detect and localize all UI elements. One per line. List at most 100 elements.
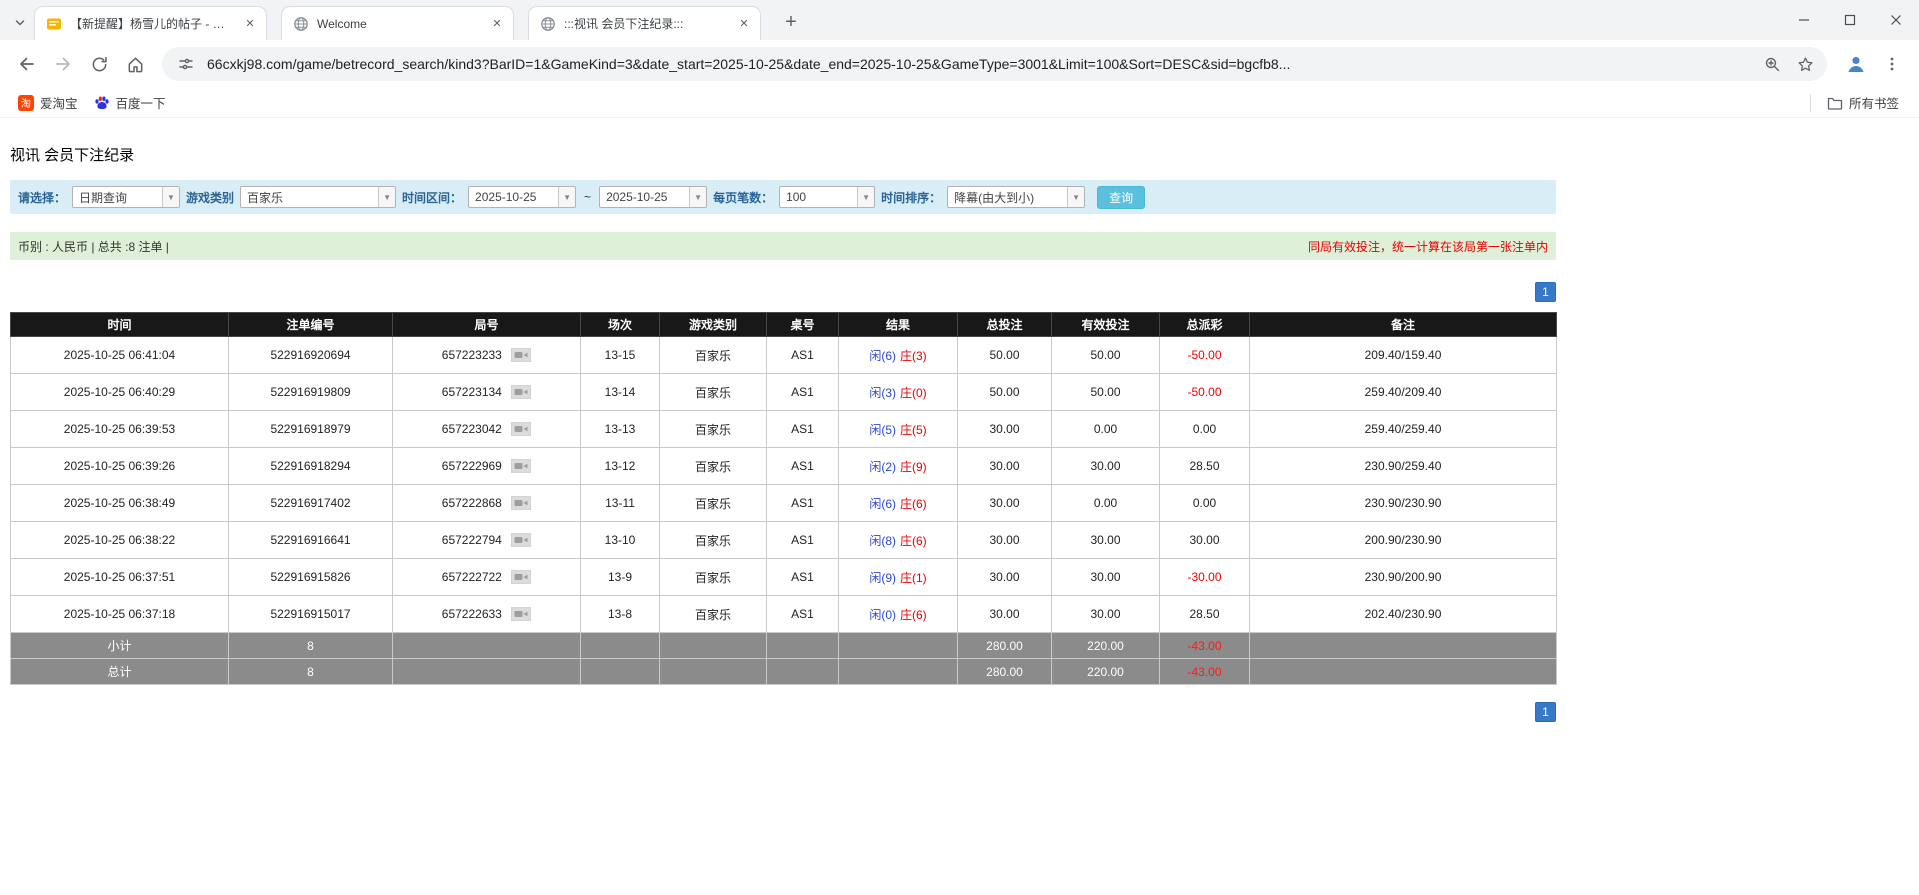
bookmark-label: 百度一下: [116, 93, 166, 112]
video-replay-icon[interactable]: [511, 422, 531, 436]
chevron-down-icon: ▼: [162, 187, 179, 207]
menu-icon[interactable]: [1875, 47, 1909, 81]
profile-icon[interactable]: [1839, 47, 1873, 81]
tab-bet-records[interactable]: :::视讯 会员下注纪录::: ✕: [528, 6, 761, 40]
empty-cell: [393, 659, 581, 685]
cell-note: 202.40/230.90: [1250, 596, 1557, 633]
zoom-icon[interactable]: [1760, 52, 1784, 76]
video-replay-icon[interactable]: [511, 570, 531, 584]
video-replay-icon[interactable]: [511, 385, 531, 399]
video-replay-icon[interactable]: [511, 348, 531, 362]
cell-total-bet[interactable]: 50.00: [958, 337, 1052, 374]
subtotal-payout: -43.00: [1160, 633, 1250, 659]
video-replay-icon[interactable]: [511, 533, 531, 547]
video-replay-icon[interactable]: [511, 459, 531, 473]
cell-time: 2025-10-25 06:39:26: [11, 448, 229, 485]
address-bar[interactable]: 66cxkj98.com/game/betrecord_search/kind3…: [162, 47, 1827, 81]
cell-note: 200.90/230.90: [1250, 522, 1557, 559]
table-row: 2025-10-25 06:38:49 522916917402 6572228…: [11, 485, 1557, 522]
reload-button[interactable]: [82, 47, 116, 81]
video-replay-icon[interactable]: [511, 607, 531, 621]
minimize-button[interactable]: [1781, 0, 1827, 40]
forum-favicon: [46, 16, 62, 32]
round-number: 657222722: [442, 570, 502, 584]
back-button[interactable]: [10, 47, 44, 81]
cell-total-bet[interactable]: 30.00: [958, 522, 1052, 559]
site-info-icon[interactable]: [174, 52, 198, 76]
header-time: 时间: [11, 313, 229, 337]
game-type-select[interactable]: 百家乐 ▼: [240, 186, 396, 208]
cell-time: 2025-10-25 06:38:49: [11, 485, 229, 522]
header-bet-id: 注单编号: [229, 313, 393, 337]
url-text: 66cxkj98.com/game/betrecord_search/kind3…: [207, 56, 1751, 72]
all-bookmarks-button[interactable]: 所有书签: [1819, 90, 1907, 115]
bookmark-star-icon[interactable]: [1793, 52, 1817, 76]
tab-close-icon[interactable]: ✕: [736, 16, 752, 32]
globe-favicon: [293, 16, 309, 32]
cell-game: 百家乐: [660, 485, 767, 522]
forward-button[interactable]: [46, 47, 80, 81]
cell-total-bet[interactable]: 30.00: [958, 448, 1052, 485]
cell-valid-bet: 50.00: [1052, 337, 1160, 374]
bookmark-taobao[interactable]: 淘 爱淘宝: [10, 90, 86, 115]
video-replay-icon[interactable]: [511, 496, 531, 510]
tab-close-icon[interactable]: ✕: [242, 16, 258, 32]
sort-select[interactable]: 降幕(由大到小) ▼: [947, 186, 1085, 208]
cell-total-bet[interactable]: 30.00: [958, 485, 1052, 522]
chevron-down-icon: ▼: [378, 187, 395, 207]
chevron-down-icon: ▼: [857, 187, 874, 207]
cell-total-bet[interactable]: 30.00: [958, 411, 1052, 448]
cell-valid-bet: 0.00: [1052, 485, 1160, 522]
tab-title: Welcome: [317, 17, 481, 31]
home-button[interactable]: [118, 47, 152, 81]
table-row: 2025-10-25 06:37:51 522916915826 6572227…: [11, 559, 1557, 596]
close-button[interactable]: [1873, 0, 1919, 40]
bet-records-table: 时间 注单编号 局号 场次 游戏类别 桌号 结果 总投注 有效投注 总派彩 备注…: [10, 312, 1557, 685]
cell-round: 657222969: [393, 448, 581, 485]
cell-note: 230.90/259.40: [1250, 448, 1557, 485]
cell-bet-id: 522916920694: [229, 337, 393, 374]
minimize-icon: [1798, 14, 1810, 26]
all-bookmarks-label: 所有书签: [1849, 93, 1899, 112]
cell-game: 百家乐: [660, 596, 767, 633]
per-page-select[interactable]: 100 ▼: [779, 186, 875, 208]
forward-icon: [53, 54, 73, 74]
tab-strip: 【新提醒】杨雪儿的帖子 - 海... ✕ Welcome ✕ :::视讯 会员下…: [0, 0, 1919, 40]
table-row: 2025-10-25 06:38:22 522916916641 6572227…: [11, 522, 1557, 559]
round-number: 657223233: [442, 348, 502, 362]
cell-valid-bet: 30.00: [1052, 559, 1160, 596]
cell-total-bet[interactable]: 30.00: [958, 596, 1052, 633]
cell-round: 657222794: [393, 522, 581, 559]
maximize-button[interactable]: [1827, 0, 1873, 40]
header-note: 备注: [1250, 313, 1557, 337]
tab-close-icon[interactable]: ✕: [489, 16, 505, 32]
bookmark-baidu[interactable]: 百度一下: [86, 90, 174, 115]
empty-cell: [839, 659, 958, 685]
empty-cell: [393, 633, 581, 659]
cell-session: 13-11: [581, 485, 660, 522]
cell-total-bet[interactable]: 50.00: [958, 374, 1052, 411]
tab-welcome[interactable]: Welcome ✕: [281, 6, 514, 40]
empty-cell: [581, 633, 660, 659]
cell-result: 闲(2)庄(9): [839, 448, 958, 485]
result-banker: 庄(1): [900, 571, 927, 585]
query-type-select[interactable]: 日期查询 ▼: [72, 186, 180, 208]
result-player: 闲(0): [869, 608, 896, 622]
new-tab-button[interactable]: +: [777, 8, 805, 36]
empty-cell: [767, 633, 839, 659]
cell-result: 闲(8)庄(6): [839, 522, 958, 559]
tab-forum-post[interactable]: 【新提醒】杨雪儿的帖子 - 海... ✕: [34, 6, 267, 40]
search-button[interactable]: 查询: [1097, 186, 1145, 209]
cell-total-bet[interactable]: 30.00: [958, 559, 1052, 596]
date-start-select[interactable]: 2025-10-25 ▼: [468, 186, 576, 208]
date-end-select[interactable]: 2025-10-25 ▼: [599, 186, 707, 208]
pagination-page-1[interactable]: 1: [1535, 282, 1556, 302]
globe-favicon: [540, 16, 556, 32]
pagination-page-1-bottom[interactable]: 1: [1535, 702, 1556, 722]
subtotal-row: 小计 8 280.00 220.00 -43.00: [11, 633, 1557, 659]
tab-search-button[interactable]: [6, 6, 34, 40]
cell-valid-bet: 30.00: [1052, 522, 1160, 559]
cell-round: 657223042: [393, 411, 581, 448]
table-header-row: 时间 注单编号 局号 场次 游戏类别 桌号 结果 总投注 有效投注 总派彩 备注: [11, 313, 1557, 337]
cell-bet-id: 522916918294: [229, 448, 393, 485]
